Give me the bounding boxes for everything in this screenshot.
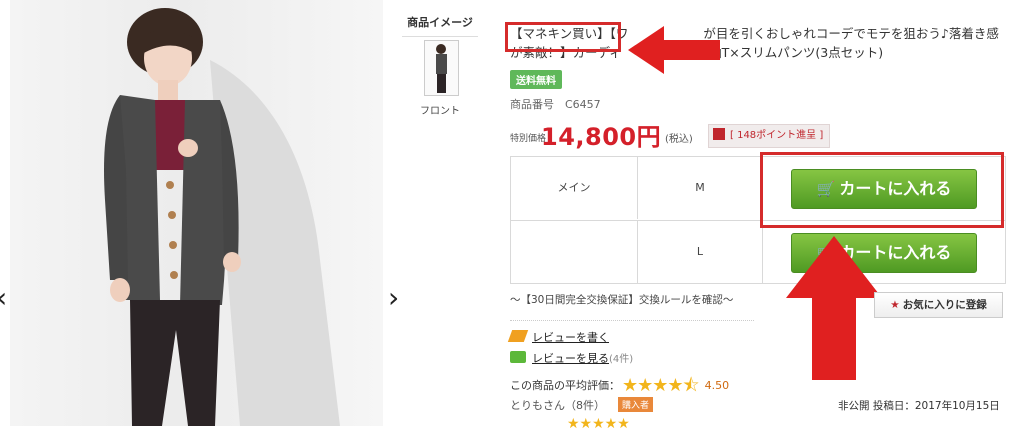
product-number: 商品番号 C6457	[510, 98, 601, 111]
points-text: [ 148ポイント進呈 ]	[730, 130, 824, 141]
add-to-favorites-button[interactable]: ★ お気に入りに登録	[874, 292, 1003, 318]
gift-icon	[713, 128, 725, 140]
thumbnail-section-title: 商品イメージ	[402, 14, 478, 37]
points-badge: [ 148ポイント進呈 ]	[708, 124, 831, 148]
variant-color	[511, 221, 638, 283]
average-rating-value: 4.50	[704, 379, 730, 392]
write-review-link[interactable]: レビューを書く	[532, 331, 609, 344]
thumbnail-label: フロント	[420, 106, 460, 117]
review-post-date: 投稿日：2017年10月15日	[872, 400, 1000, 412]
model-illustration	[104, 8, 340, 426]
price: 14,800円	[541, 123, 662, 151]
variant-color: メイン	[511, 157, 638, 219]
star-icon: ★	[890, 299, 900, 311]
view-reviews-link[interactable]: レビューを見る	[532, 352, 609, 365]
divider	[510, 320, 754, 321]
reviewer-name: とりもさん（8件）	[510, 399, 605, 412]
product-photo	[10, 0, 383, 426]
free-shipping-badge: 送料無料	[510, 70, 562, 89]
buyer-badge: 購入者	[618, 397, 654, 412]
variant-size: M	[638, 157, 763, 219]
speech-bubble-icon	[510, 351, 526, 363]
review-stars-icon: ★★★★★	[567, 416, 630, 432]
review-post-info: 非公開 投稿日：2017年10月15日	[838, 398, 1000, 413]
favorites-label: お気に入りに登録	[902, 299, 987, 311]
variant-size: L	[638, 221, 763, 283]
annotation-box-title	[505, 22, 621, 52]
review-count: (4件)	[609, 354, 634, 365]
average-rating-label: この商品の平均評価：	[510, 379, 620, 392]
prev-image-arrow[interactable]: ‹	[0, 284, 7, 312]
pencil-icon	[507, 330, 529, 342]
thumbnail-image	[436, 44, 447, 93]
rating-stars-icon: ★★★★⯪	[622, 375, 700, 396]
annotation-arrow-left	[628, 26, 720, 74]
review-status: 非公開	[838, 400, 870, 412]
annotation-arrow-up	[786, 236, 882, 380]
tax-label: (税込)	[665, 134, 693, 145]
view-reviews-row: レビューを見る(4件)	[510, 350, 633, 366]
thumbnail-front[interactable]	[424, 40, 459, 96]
next-image-arrow[interactable]: ›	[388, 284, 399, 312]
annotation-box-cart	[760, 152, 1004, 228]
variant-row: L 🛒カートに入れる	[511, 220, 1005, 283]
write-review-row: レビューを書く	[507, 329, 609, 345]
exchange-guarantee-link[interactable]: 〜【30日間完全交換保証】交換ルールを確認〜	[510, 292, 733, 307]
